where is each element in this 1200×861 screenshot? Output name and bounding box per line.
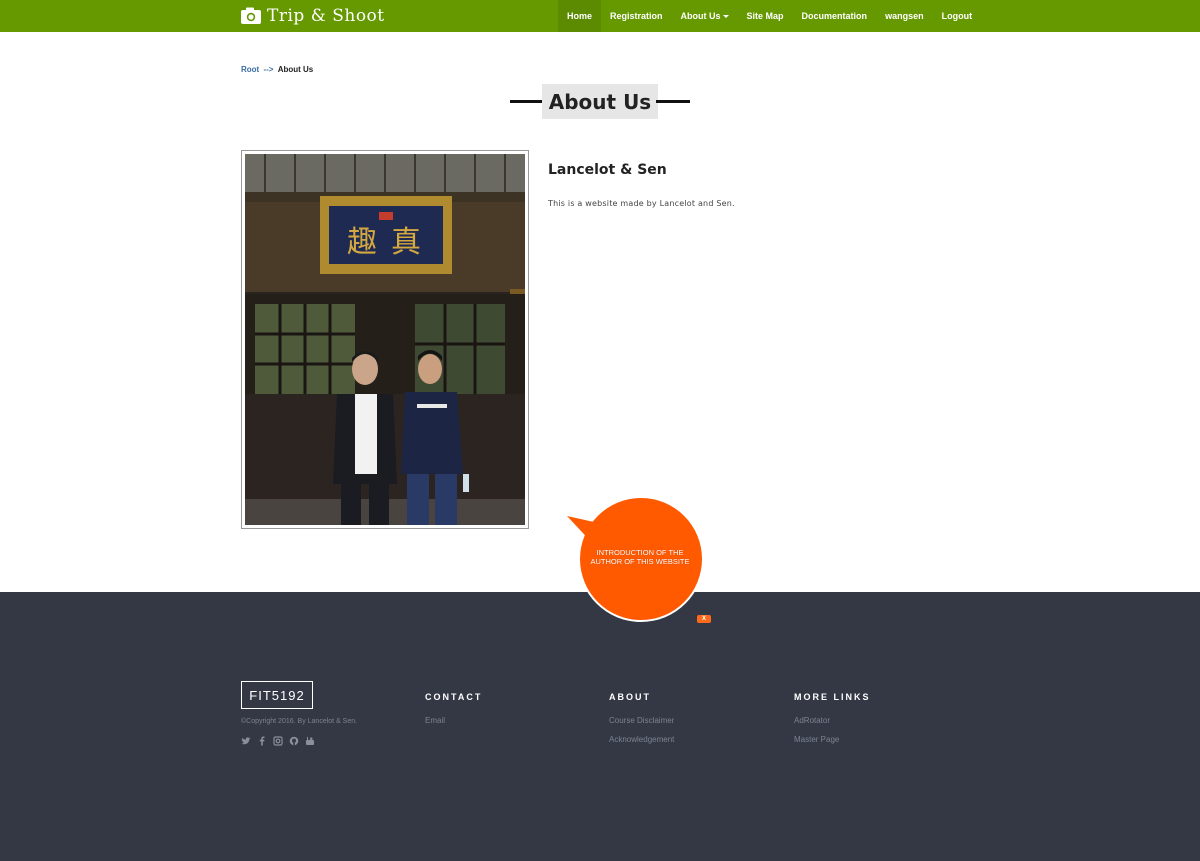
- profile-description: This is a website made by Lancelot and S…: [548, 199, 735, 208]
- footer-copyright: ©Copyright 2016. By Lancelot & Sen.: [241, 718, 358, 725]
- profile-name: Lancelot & Sen: [548, 162, 667, 178]
- title-divider-left: [510, 100, 544, 103]
- caret-down-icon: [722, 14, 729, 18]
- nav-documentation-label: Documentation: [801, 11, 868, 21]
- svg-text:趣: 趣: [347, 225, 377, 260]
- breadcrumb: Root --> About Us: [241, 65, 313, 74]
- ad-close-button[interactable]: X: [697, 615, 711, 623]
- nav-documentation[interactable]: Documentation: [793, 0, 877, 32]
- nav-logout[interactable]: Logout: [933, 0, 982, 32]
- footer-link-master-page[interactable]: Master Page: [794, 735, 871, 744]
- top-navbar: Trip & Shoot Home Registration About Us …: [0, 0, 1200, 32]
- nav-user-label: wangsen: [885, 11, 924, 21]
- brand-logo[interactable]: Trip & Shoot: [240, 4, 385, 28]
- footer-link-course-disclaimer[interactable]: Course Disclaimer: [609, 716, 674, 725]
- title-divider-right: [656, 100, 690, 103]
- footer-col-contact: CONTACT Email: [425, 692, 482, 735]
- nav-site-map[interactable]: Site Map: [738, 0, 793, 32]
- nav-logout-label: Logout: [941, 11, 973, 21]
- breadcrumb-root-link[interactable]: Root: [241, 65, 259, 74]
- twitter-icon[interactable]: [241, 736, 251, 746]
- nav-about-us-label: About Us: [680, 11, 721, 21]
- ad-bubble-text[interactable]: INTRODUCTION OF THE AUTHOR OF THIS WEBSI…: [580, 548, 700, 566]
- breadcrumb-separator: -->: [263, 65, 274, 74]
- nav-home[interactable]: Home: [558, 0, 602, 32]
- social-links: [241, 736, 315, 746]
- footer-logo[interactable]: FIT5192: [241, 681, 313, 709]
- facebook-icon[interactable]: [257, 736, 267, 746]
- svg-text:真: 真: [391, 225, 421, 260]
- footer-col-title: CONTACT: [425, 692, 483, 702]
- nav-home-label: Home: [567, 11, 593, 21]
- footer-col-about: ABOUT Course Disclaimer Acknowledgement: [609, 692, 674, 754]
- footer-col-title: ABOUT: [609, 692, 651, 702]
- breadcrumb-current: About Us: [277, 65, 314, 74]
- page-title-block: About Us: [510, 84, 690, 119]
- author-photo: 趣 真: [245, 154, 525, 525]
- youtube-icon[interactable]: [305, 736, 315, 746]
- page-title: About Us: [542, 84, 658, 119]
- nav-site-map-label: Site Map: [746, 11, 784, 21]
- nav-about-us-dropdown[interactable]: About Us: [672, 0, 738, 32]
- nav-registration[interactable]: Registration: [601, 0, 672, 32]
- footer-col-more-links: MORE LINKS AdRotator Master Page: [794, 692, 871, 754]
- main-nav: Home Registration About Us Site Map Docu…: [558, 0, 981, 32]
- github-icon[interactable]: [289, 736, 299, 746]
- footer-link-email[interactable]: Email: [425, 716, 482, 725]
- camera-icon: [241, 7, 261, 24]
- footer-link-adrotator[interactable]: AdRotator: [794, 716, 871, 725]
- brand-title: Trip & Shoot: [267, 6, 385, 26]
- author-photo-frame: 趣 真: [241, 150, 529, 529]
- instagram-icon[interactable]: [273, 736, 283, 746]
- nav-registration-label: Registration: [610, 11, 663, 21]
- footer: FIT5192 ©Copyright 2016. By Lancelot & S…: [0, 592, 1200, 861]
- nav-user[interactable]: wangsen: [876, 0, 933, 32]
- footer-col-title: MORE LINKS: [794, 692, 871, 702]
- footer-link-acknowledgement[interactable]: Acknowledgement: [609, 735, 674, 744]
